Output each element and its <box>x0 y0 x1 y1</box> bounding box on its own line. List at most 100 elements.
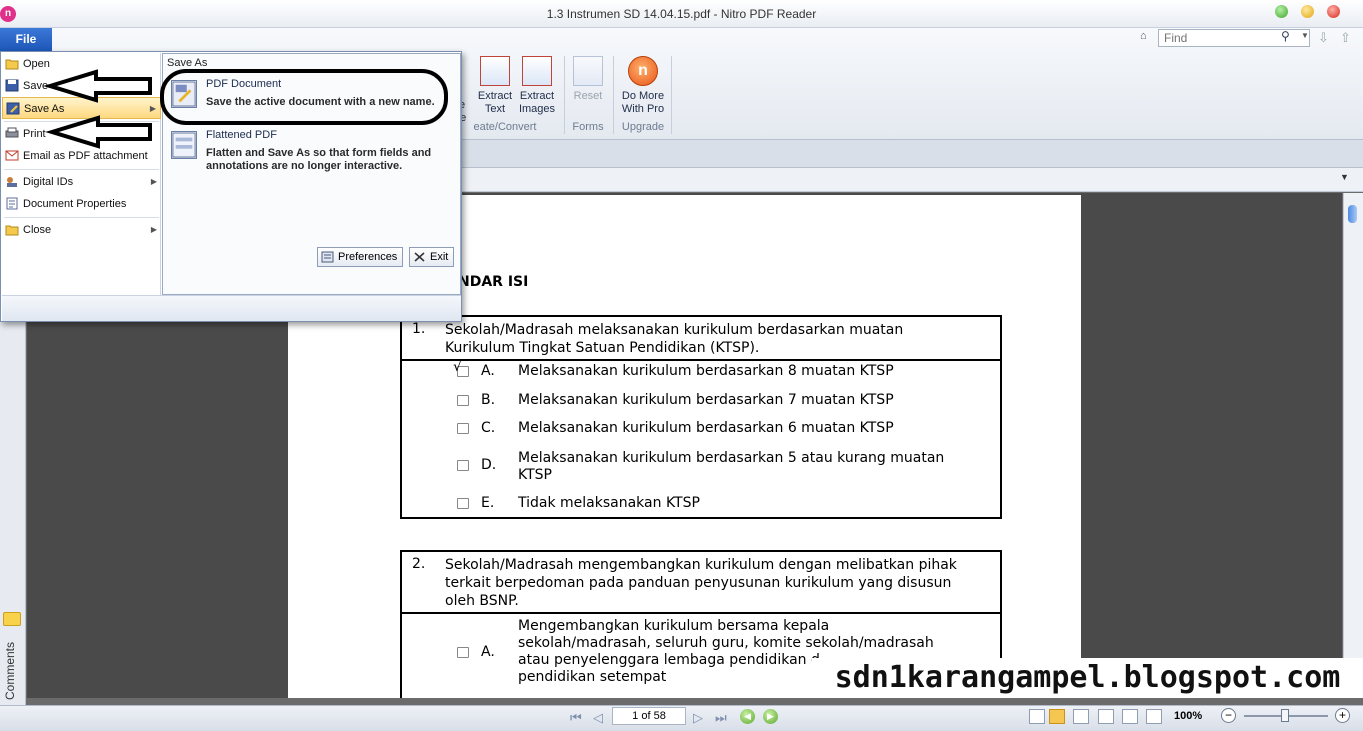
do-more-with-pro-button[interactable]: n Do More With Pro <box>616 56 670 116</box>
nitro-pro-icon: n <box>628 56 658 86</box>
option-letter: A. <box>481 644 495 660</box>
pdf-document-icon <box>171 80 197 108</box>
find-next-arrow-icon[interactable]: ⇩ <box>1318 30 1329 46</box>
menu-item-label: Open <box>23 58 50 70</box>
exit-button[interactable]: Exit <box>409 247 455 267</box>
menu-item-close[interactable]: Close ▶ <box>2 219 161 241</box>
blog-watermark: sdn1karangampel.blogspot.com <box>812 658 1363 698</box>
scrollbar-thumb[interactable] <box>1348 205 1357 223</box>
question-text: Sekolah/Madrasah melaksanakan kurikulum … <box>445 321 903 357</box>
menu-item-digital-ids[interactable]: Digital IDs ▶ <box>2 171 161 193</box>
email-pdf-icon <box>5 150 19 161</box>
save-as-pdf-document[interactable]: PDF Document Save the active document wi… <box>169 78 453 114</box>
group-label-forms: Forms <box>572 121 604 133</box>
option-text: Tidak melaksanakan KTSP <box>518 495 700 511</box>
menu-item-label: Save As <box>24 103 65 115</box>
submenu-title: Save As <box>167 57 208 69</box>
close-window-button[interactable] <box>1327 5 1340 18</box>
menu-separator <box>4 217 159 218</box>
title-bar: n 1.3 Instrumen SD 14.04.15.pdf - Nitro … <box>0 0 1363 28</box>
last-page-icon[interactable]: ⏭ <box>715 710 727 726</box>
zoom-out-icon[interactable]: − <box>1221 708 1236 723</box>
previous-page-icon[interactable]: ◁ <box>593 710 603 726</box>
preferences-icon <box>321 251 334 263</box>
extract-text-button[interactable]: Extract Text <box>474 56 516 116</box>
menu-item-document-properties[interactable]: Document Properties <box>2 193 161 215</box>
zoom-slider-knob[interactable] <box>1281 709 1289 722</box>
option-letter: B. <box>481 392 496 408</box>
menu-item-save[interactable]: Save <box>2 75 161 97</box>
printer-icon <box>5 127 19 138</box>
ribbon-label: Reset <box>573 90 603 102</box>
zoom-level[interactable]: 100% <box>1174 710 1202 722</box>
menu-item-print[interactable]: Print <box>2 123 161 145</box>
option-checkbox[interactable] <box>457 395 469 406</box>
question-header: 1. Sekolah/Madrasah melaksanakan kurikul… <box>402 317 1000 361</box>
option-text-line: atau penyelenggara lembaga pendidikan d <box>518 652 820 668</box>
comments-icon[interactable] <box>3 612 21 626</box>
submenu-arrow-icon: ▶ <box>150 225 157 234</box>
zoom-in-icon[interactable]: + <box>1335 708 1350 723</box>
folder-close-icon <box>5 225 19 236</box>
next-page-icon[interactable]: ▷ <box>693 710 703 726</box>
page-number-field[interactable]: 1 of 58 <box>612 707 686 725</box>
question-text: Sekolah/Madrasah mengembangkan kurikulum… <box>445 556 957 610</box>
option-checkbox[interactable] <box>457 423 469 434</box>
menu-item-email-pdf[interactable]: Email as PDF attachment <box>2 145 161 167</box>
find-previous-arrow-icon[interactable]: ⇧ <box>1340 30 1351 46</box>
option-checkbox[interactable] <box>457 498 469 509</box>
menu-item-save-as[interactable]: Save As ▶ <box>2 97 161 119</box>
back-view-icon[interactable]: ◀ <box>740 709 755 724</box>
option-title: PDF Document <box>206 78 282 90</box>
ribbon-label: With Pro <box>621 103 665 115</box>
menu-item-label: Email as PDF attachment <box>23 150 148 162</box>
group-label-create-convert: eate/Convert <box>473 121 537 133</box>
reset-forms-button[interactable]: Reset <box>568 56 608 103</box>
extract-images-icon <box>522 56 552 86</box>
tab-list-chevron-down-icon[interactable]: ▼ <box>1340 172 1349 182</box>
preferences-button[interactable]: Preferences <box>317 247 404 267</box>
extract-images-button[interactable]: Extract Images <box>516 56 558 116</box>
question-number: 1. <box>412 321 426 337</box>
continuous-view-icon[interactable] <box>1049 709 1065 724</box>
file-menu-tab[interactable]: File <box>0 28 52 51</box>
digital-id-icon <box>7 177 17 187</box>
facing-view-icon[interactable] <box>1073 709 1089 724</box>
fit-width-icon[interactable] <box>1122 709 1138 724</box>
button-label: Exit <box>430 251 449 263</box>
window-title: 1.3 Instrumen SD 14.04.15.pdf - Nitro PD… <box>546 7 817 21</box>
vertical-scrollbar[interactable] <box>1343 193 1363 698</box>
find-options-chevron-down-icon[interactable]: ▼ <box>1301 31 1309 40</box>
menu-item-open[interactable]: Open <box>2 53 161 75</box>
home-icon[interactable]: ⌂ <box>1140 30 1147 42</box>
single-page-view-icon[interactable] <box>1029 709 1045 724</box>
group-label-upgrade: Upgrade <box>621 121 665 133</box>
option-letter: C. <box>481 420 496 436</box>
option-letter: E. <box>481 495 495 511</box>
minimize-button[interactable] <box>1275 5 1288 18</box>
search-icon[interactable]: ⚲ <box>1281 29 1290 43</box>
save-as-flattened-pdf[interactable]: Flattened PDF Flatten and Save As so tha… <box>169 129 453 173</box>
question-box-1: 1. Sekolah/Madrasah melaksanakan kurikul… <box>400 315 1002 519</box>
option-text-line: sekolah/madrasah, seluruh guru, komite s… <box>518 635 934 651</box>
option-checkbox[interactable] <box>457 460 469 471</box>
menu-separator <box>4 121 159 122</box>
actual-size-icon[interactable] <box>1146 709 1162 724</box>
question-text-line: terkait berpedoman pada panduan penyusun… <box>445 575 952 591</box>
comments-panel-tab[interactable]: Comments <box>3 642 17 700</box>
first-page-icon[interactable]: ⏮ <box>570 710 582 726</box>
save-as-icon <box>6 102 20 115</box>
option-title: Flattened PDF <box>206 129 277 141</box>
maximize-button[interactable] <box>1301 5 1314 18</box>
fit-page-icon[interactable] <box>1098 709 1114 724</box>
menu-item-label: Print <box>23 128 46 140</box>
section-title: NDAR ISI <box>458 274 529 290</box>
option-description: Flatten and Save As so that form fields … <box>206 147 432 172</box>
option-text-line: Mengembangkan kurikulum bersama kepala <box>518 618 830 634</box>
forward-view-icon[interactable]: ▶ <box>763 709 778 724</box>
option-description: Save the active document with a new name… <box>206 96 435 108</box>
option-checkbox[interactable] <box>457 647 469 658</box>
submenu-arrow-icon: ▶ <box>149 104 156 113</box>
question-text-line: Sekolah/Madrasah melaksanakan kurikulum … <box>445 322 904 338</box>
option-text: Melaksanakan kurikulum berdasarkan 8 mua… <box>518 363 894 379</box>
